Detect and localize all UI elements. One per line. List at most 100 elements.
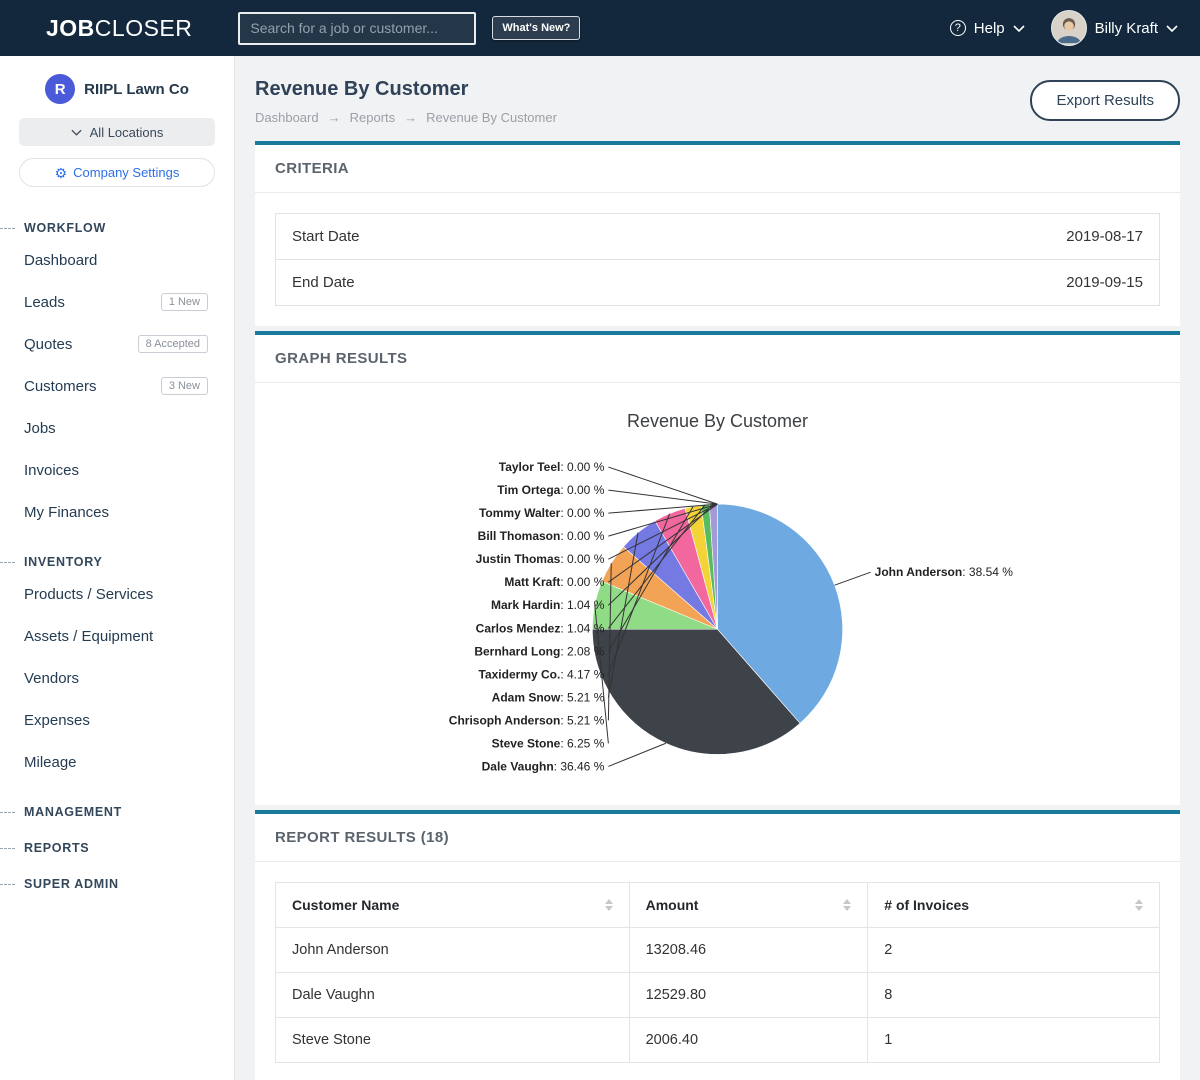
section-dash-icon xyxy=(0,848,15,849)
logo-text-bold: JOB xyxy=(46,15,95,41)
table-cell: Steve Stone xyxy=(276,1018,630,1063)
breadcrumb-item-dashboard[interactable]: Dashboard xyxy=(255,110,319,125)
column-header-of-invoices[interactable]: # of Invoices xyxy=(868,883,1160,928)
sort-icon[interactable] xyxy=(605,899,613,911)
page-header: Revenue By Customer Dashboard→Reports→Re… xyxy=(255,78,1180,125)
pie-label-dale-vaughn: Dale Vaughn: 36.46 % xyxy=(482,759,605,773)
sidebar-item-mileage[interactable]: Mileage xyxy=(0,741,234,783)
sidebar-item-quotes[interactable]: Quotes 8 Accepted xyxy=(0,323,234,365)
main-content: Revenue By Customer Dashboard→Reports→Re… xyxy=(235,56,1200,1080)
sidebar-item-assets-equipment[interactable]: Assets / Equipment xyxy=(0,615,234,657)
sidebar-item-badge: 8 Accepted xyxy=(138,335,208,353)
label-leader-line xyxy=(835,572,871,585)
pie-label-mark-hardin: Mark Hardin: 1.04 % xyxy=(491,598,605,612)
label-leader-line xyxy=(608,743,665,766)
gear-icon: ⚙ xyxy=(55,166,68,180)
pie-label-tommy-walter: Tommy Walter: 0.00 % xyxy=(479,506,605,520)
user-name: Billy Kraft xyxy=(1095,20,1158,37)
export-results-button[interactable]: Export Results xyxy=(1030,80,1180,121)
sidebar-item-label: Expenses xyxy=(24,712,90,729)
sidebar-section-label: REPORTS xyxy=(24,841,89,855)
sidebar-item-label: Invoices xyxy=(24,462,79,479)
sidebar-item-label: Customers xyxy=(24,378,97,395)
criteria-row-start-date: Start Date 2019-08-17 xyxy=(275,213,1160,260)
column-header-amount[interactable]: Amount xyxy=(629,883,868,928)
sidebar-item-leads[interactable]: Leads1 New xyxy=(0,281,234,323)
criteria-card-body: Start Date 2019-08-17 End Date2019-09-15 xyxy=(255,193,1180,326)
criteria-label: Start Date xyxy=(292,228,360,245)
sidebar-item-label: Jobs xyxy=(24,420,56,437)
table-cell: 13208.46 xyxy=(629,928,868,973)
sidebar-item-badge: 1 New xyxy=(161,293,208,311)
pie-label-bernhard-long: Bernhard Long: 2.08 % xyxy=(474,644,604,658)
report-card: REPORT RESULTS (18) Customer Name Amount #… xyxy=(255,810,1180,1080)
app-logo[interactable]: JOBCLOSER xyxy=(46,15,192,42)
sidebar: R RIIPL Lawn Co All Locations ⚙ Company … xyxy=(0,56,235,1080)
sidebar-item-customers[interactable]: Customers 3 New xyxy=(0,365,234,407)
sidebar-section-label: WORKFLOW xyxy=(24,221,106,235)
column-header-label: Amount xyxy=(646,897,699,913)
chevron-down-icon xyxy=(1166,25,1178,32)
pie-label-adam-snow: Adam Snow: 5.21 % xyxy=(492,690,605,704)
column-header-customer-name[interactable]: Customer Name xyxy=(276,883,630,928)
sidebar-item-my-finances[interactable]: My Finances xyxy=(0,491,234,533)
sidebar-item-label: Mileage xyxy=(24,754,77,771)
sidebar-section-inventory: INVENTORY xyxy=(0,555,234,569)
sidebar-section-super-admin: SUPER ADMIN xyxy=(0,877,234,891)
sidebar-item-products-services[interactable]: Products / Services xyxy=(0,573,234,615)
search-input[interactable] xyxy=(238,12,476,45)
sidebar-section-label: INVENTORY xyxy=(24,555,103,569)
criteria-value: 2019-09-15 xyxy=(1066,274,1143,291)
pie-label-matt-kraft: Matt Kraft: 0.00 % xyxy=(504,575,604,589)
table-row: Dale Vaughn12529.808 xyxy=(276,973,1160,1018)
sidebar-item-invoices[interactable]: Invoices xyxy=(0,449,234,491)
company-settings-label: Company Settings xyxy=(73,165,179,180)
graph-card-header: GRAPH RESULTS xyxy=(255,335,1180,383)
company-settings-button[interactable]: ⚙ Company Settings xyxy=(19,158,215,187)
sidebar-item-expenses[interactable]: Expenses xyxy=(0,699,234,741)
sidebar-item-label: Products / Services xyxy=(24,586,153,603)
sidebar-item-vendors[interactable]: Vendors xyxy=(0,657,234,699)
pie-chart: Revenue By CustomerJohn Anderson: 38.54 … xyxy=(255,387,1180,797)
breadcrumb-item-revenue-by-customer[interactable]: Revenue By Customer xyxy=(426,110,557,125)
breadcrumb-item-reports[interactable]: Reports xyxy=(350,110,396,125)
sort-icon[interactable] xyxy=(1135,899,1143,911)
company-logo: R xyxy=(45,74,75,104)
sidebar-item-label: Quotes xyxy=(24,336,72,353)
table-row: Steve Stone2006.401 xyxy=(276,1018,1160,1063)
criteria-row-end-date: End Date2019-09-15 xyxy=(275,260,1160,306)
pie-label-taylor-teel: Taylor Teel: 0.00 % xyxy=(499,460,605,474)
sort-icon[interactable] xyxy=(843,899,851,911)
table-cell: 12529.80 xyxy=(629,973,868,1018)
user-menu[interactable]: Billy Kraft xyxy=(1051,10,1178,46)
pie-label-justin-thomas: Justin Thomas: 0.00 % xyxy=(476,552,605,566)
locations-dropdown[interactable]: All Locations xyxy=(19,118,215,146)
sidebar-item-jobs[interactable]: Jobs xyxy=(0,407,234,449)
report-card-body: Customer NameAmount# of Invoices John An… xyxy=(255,862,1180,1080)
page-title: Revenue By Customer xyxy=(255,78,557,101)
sidebar-item-label: My Finances xyxy=(24,504,109,521)
breadcrumb-arrow-icon: → xyxy=(328,110,341,125)
sidebar-item-badge: 3 New xyxy=(161,377,208,395)
sidebar-item-dashboard[interactable]: Dashboard xyxy=(0,239,234,281)
sidebar-section-label: SUPER ADMIN xyxy=(24,877,119,891)
pie-label-bill-thomason: Bill Thomason: 0.00 % xyxy=(478,529,605,543)
top-navbar: JOBCLOSER What's New? ? Help Billy Kraft xyxy=(0,0,1200,56)
locations-label: All Locations xyxy=(90,125,164,140)
avatar xyxy=(1051,10,1087,46)
graph-card: GRAPH RESULTS Revenue By CustomerJohn An… xyxy=(255,331,1180,805)
criteria-value: 2019-08-17 xyxy=(1066,228,1143,245)
table-cell: 2 xyxy=(868,928,1160,973)
sidebar-section-reports: REPORTS xyxy=(0,841,234,855)
report-card-header: REPORT RESULTS (18) xyxy=(255,814,1180,862)
whats-new-button[interactable]: What's New? xyxy=(492,16,580,40)
report-table: Customer NameAmount# of Invoices John An… xyxy=(275,882,1160,1063)
chart-area: Revenue By CustomerJohn Anderson: 38.54 … xyxy=(255,383,1180,805)
pie-label-tim-ortega: Tim Ortega: 0.00 % xyxy=(497,483,604,497)
help-menu[interactable]: ? Help xyxy=(950,20,1025,37)
section-dash-icon xyxy=(0,812,15,813)
section-dash-icon xyxy=(0,562,15,563)
label-leader-line xyxy=(608,490,717,504)
column-header-label: Customer Name xyxy=(292,897,399,913)
company-name: RIIPL Lawn Co xyxy=(84,81,189,98)
